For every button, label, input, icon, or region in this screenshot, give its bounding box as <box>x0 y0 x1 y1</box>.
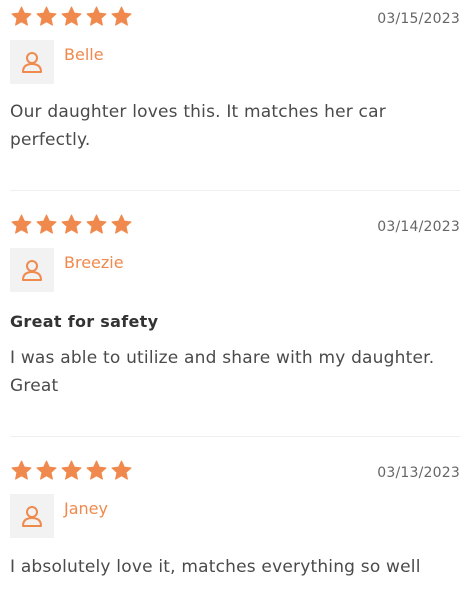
review-author: Breezie <box>64 253 124 272</box>
review-body: I absolutely love it, matches everything… <box>10 557 421 577</box>
star-icon <box>11 6 32 26</box>
star-rating <box>10 5 133 28</box>
review-date: 03/14/2023 <box>377 219 460 235</box>
star-icon <box>86 214 107 234</box>
user-icon <box>22 260 42 281</box>
star-icon <box>36 214 57 234</box>
star-icon <box>111 214 132 234</box>
star-icon <box>86 460 107 480</box>
review-body: I was able to utilize and share with my … <box>10 348 435 396</box>
review-item: 03/14/2023 Breezie Great for safety I wa… <box>10 213 460 423</box>
review-item: 03/15/2023 Belle Our daughter loves this… <box>10 5 460 185</box>
star-icon <box>11 460 32 480</box>
star-icon <box>61 6 82 26</box>
star-rating <box>10 213 133 236</box>
star-icon <box>36 460 57 480</box>
review-date: 03/13/2023 <box>377 465 460 481</box>
avatar <box>10 248 54 292</box>
star-icon <box>61 460 82 480</box>
review-body: Our daughter loves this. It matches her … <box>10 102 386 150</box>
review-divider <box>10 436 460 437</box>
star-rating <box>10 459 133 482</box>
avatar <box>10 40 54 84</box>
review-date: 03/15/2023 <box>377 11 460 27</box>
star-icon <box>86 6 107 26</box>
review-divider <box>10 190 460 191</box>
review-title: Great for safety <box>10 312 159 331</box>
star-icon <box>61 214 82 234</box>
user-icon <box>22 506 42 527</box>
review-author: Janey <box>64 499 108 518</box>
star-icon <box>111 460 132 480</box>
star-icon <box>36 6 57 26</box>
review-author: Belle <box>64 45 104 64</box>
user-icon <box>22 52 42 73</box>
star-icon <box>11 214 32 234</box>
review-item: 03/13/2023 Janey I absolutely love it, m… <box>10 459 460 599</box>
avatar <box>10 494 54 538</box>
star-icon <box>111 6 132 26</box>
